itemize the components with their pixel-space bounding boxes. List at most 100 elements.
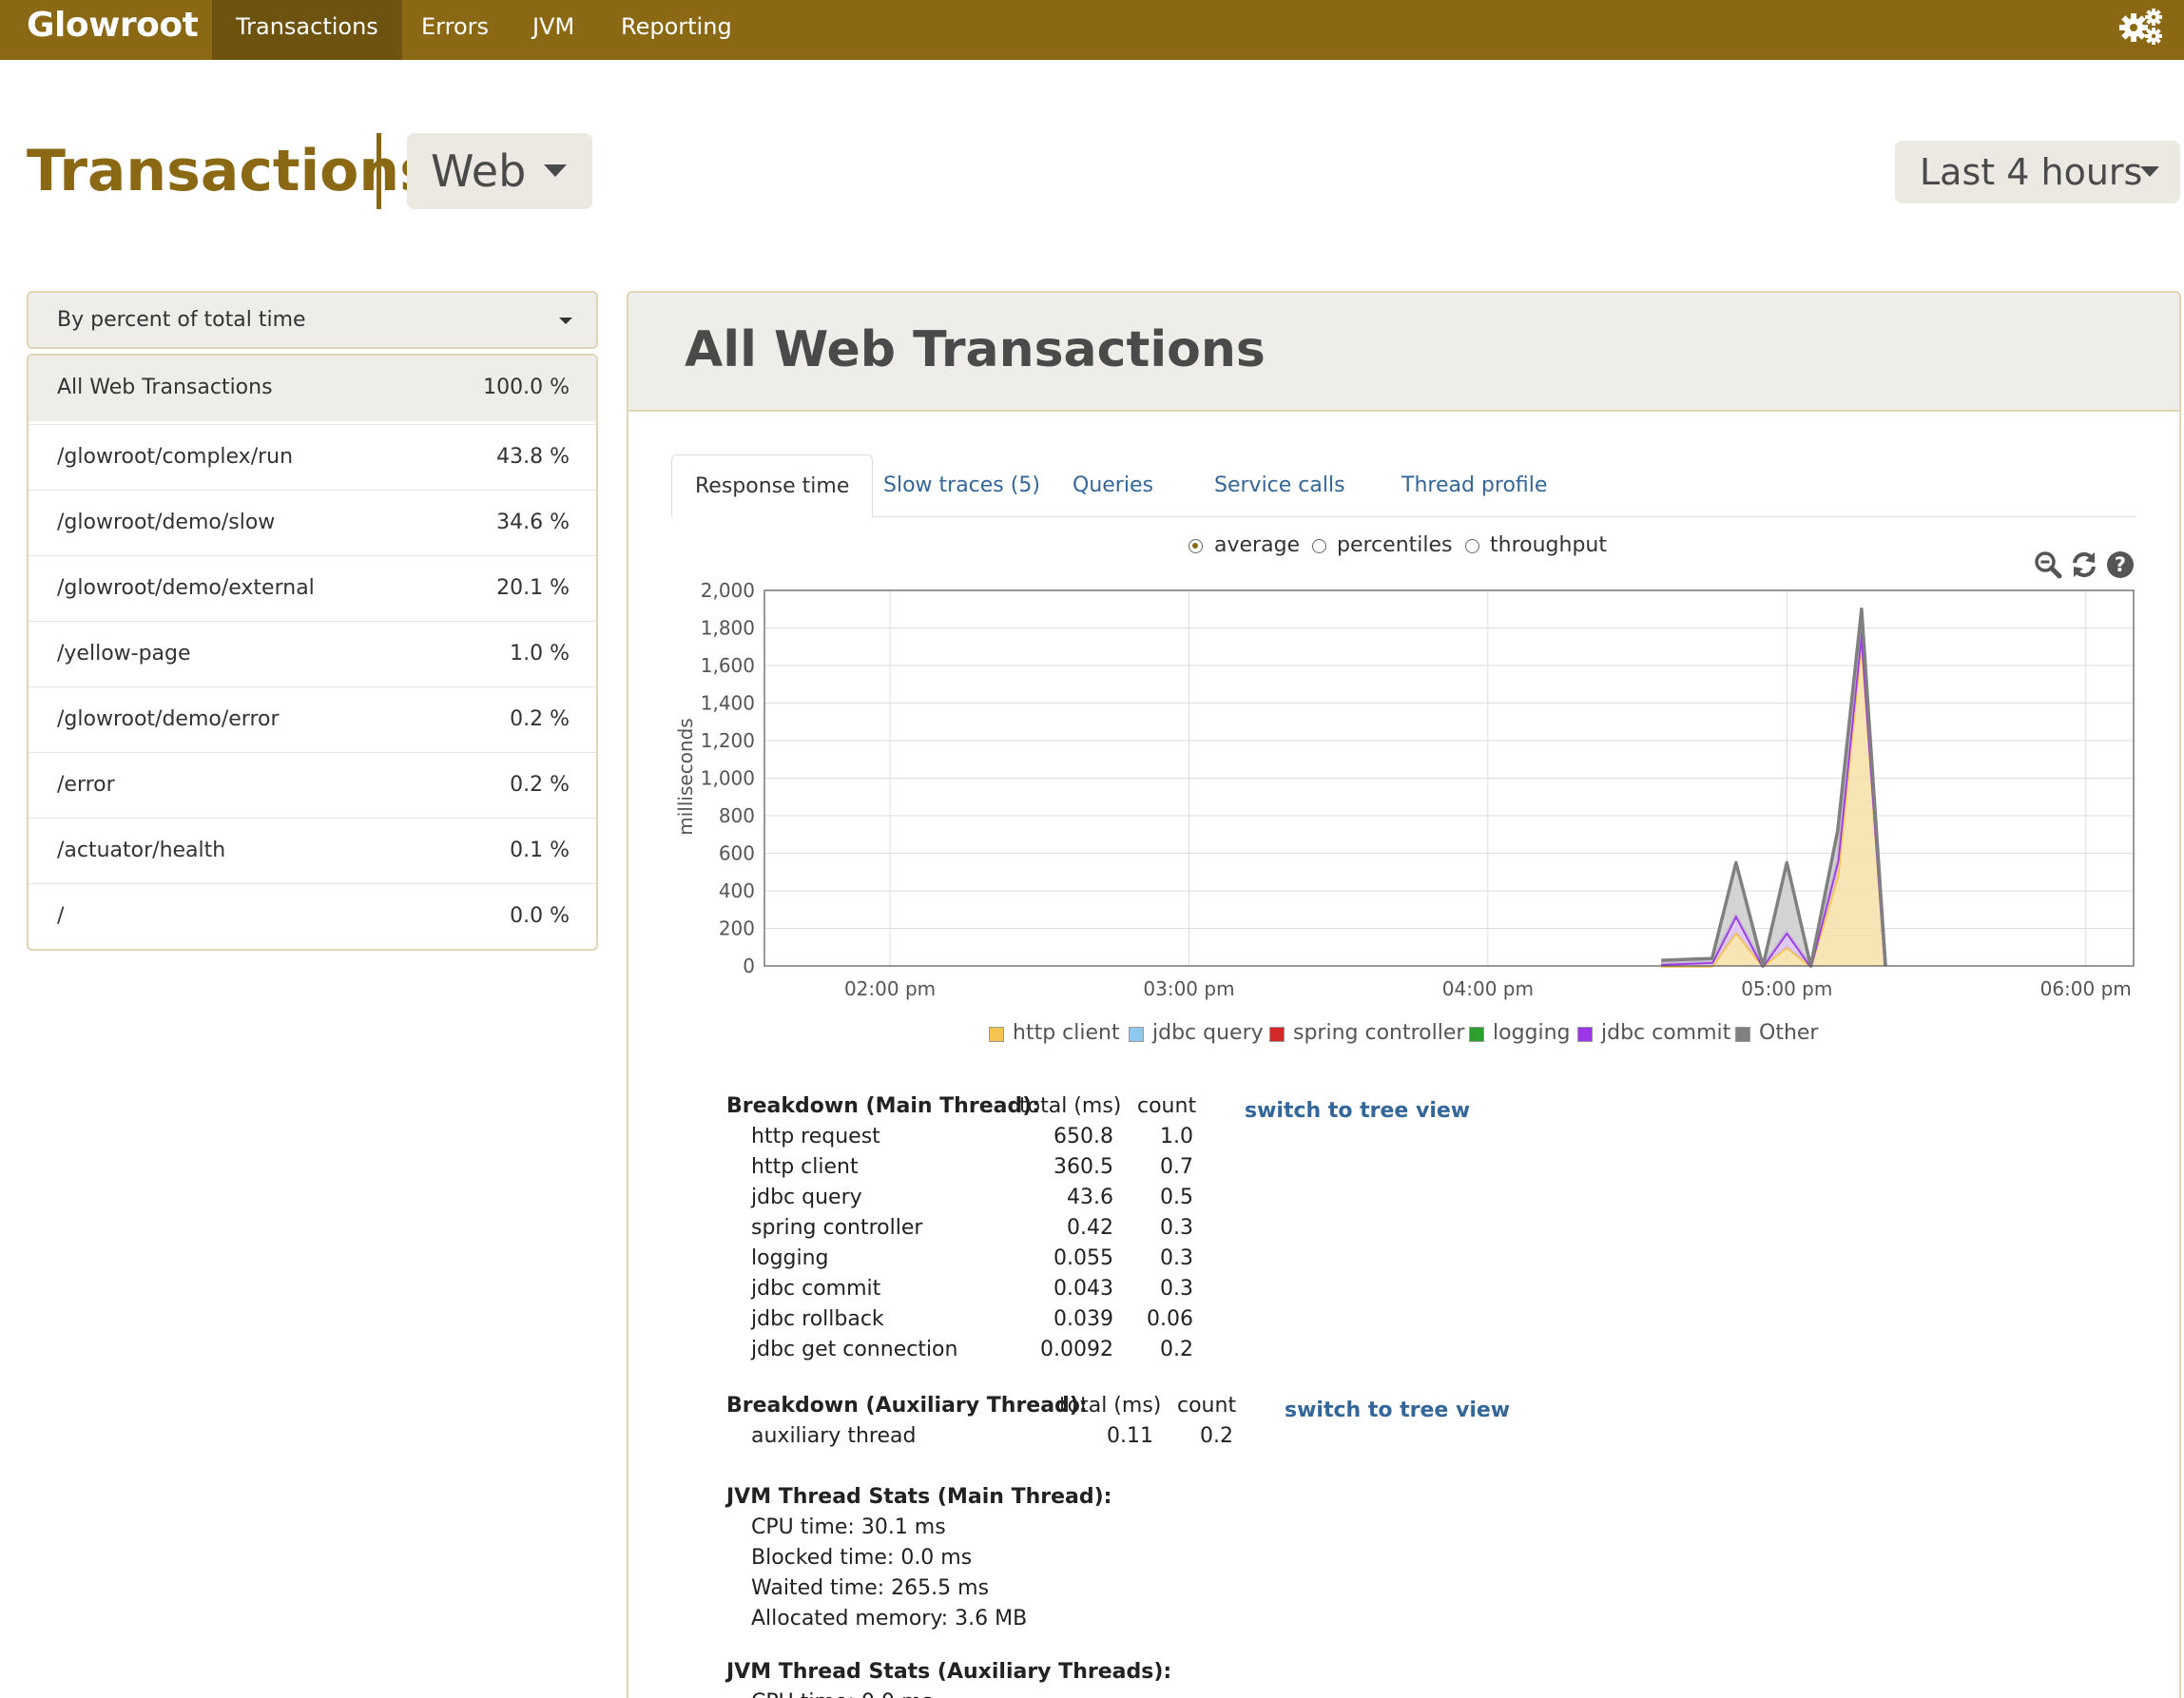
transaction-name: / [57, 904, 65, 928]
title-divider [377, 133, 381, 209]
switch-to-tree-view-link[interactable]: switch to tree view [1285, 1399, 1510, 1422]
jvm-stat-line: CPU time: 30.1 ms [751, 1515, 946, 1539]
nav-reporting[interactable]: Reporting [597, 0, 756, 60]
transaction-type-dropdown[interactable]: Web [407, 133, 592, 209]
breakdown-row-name: http client [751, 1155, 859, 1179]
chevron-down-icon [2140, 166, 2159, 177]
y-tick-label: 1,200 [701, 729, 755, 752]
legend-swatch [989, 1027, 1004, 1042]
transaction-percent: 43.8 % [496, 445, 570, 469]
transaction-percent: 0.0 % [510, 904, 570, 928]
breakdown-row-name: auxiliary thread [751, 1424, 917, 1448]
transaction-item[interactable]: /glowroot/complex/run 43.8 % [29, 424, 596, 490]
radio-throughput[interactable] [1465, 539, 1479, 553]
nav-transactions[interactable]: Transactions [212, 0, 402, 60]
x-tick-label: 04:00 pm [1442, 977, 1534, 1000]
legend-label: jdbc commit [1601, 1021, 1731, 1045]
nav-errors[interactable]: Errors [397, 0, 512, 60]
transaction-item[interactable]: /glowroot/demo/error 0.2 % [29, 686, 596, 752]
breakdown-row-count: 0.2 [1200, 1424, 1233, 1448]
transaction-item[interactable]: /error 0.2 % [29, 752, 596, 818]
y-tick-label: 400 [719, 879, 755, 902]
y-tick-label: 200 [719, 917, 755, 940]
tab-service-calls[interactable]: Service calls [1191, 454, 1368, 517]
transaction-percent: 0.2 % [510, 707, 570, 731]
brand-logo[interactable]: Glowroot [27, 2, 199, 49]
transaction-name: /glowroot/demo/slow [57, 511, 276, 534]
transaction-item[interactable]: /yellow-page 1.0 % [29, 621, 596, 686]
radio-average[interactable] [1189, 539, 1203, 553]
breakdown-aux-title: Breakdown (Auxiliary Thread): [726, 1394, 1088, 1418]
chevron-down-icon [559, 318, 572, 324]
y-tick-label: 800 [719, 804, 755, 827]
nav-jvm[interactable]: JVM [509, 0, 598, 60]
transaction-name: /error [57, 773, 115, 797]
panel-header: All Web Transactions [628, 293, 2179, 412]
jvm-stat-line: Waited time: 265.5 ms [751, 1576, 990, 1600]
tab-thread-profile[interactable]: Thread profile [1379, 454, 1570, 517]
breakdown-row-total: 360.5 [1053, 1155, 1113, 1179]
transaction-item[interactable]: /glowroot/demo/slow 34.6 % [29, 490, 596, 555]
y-tick-label: 1,800 [701, 617, 755, 640]
transaction-item[interactable]: /actuator/health 0.1 % [29, 818, 596, 883]
breakdown-row-total: 0.11 [1107, 1424, 1153, 1448]
chevron-down-icon [544, 164, 567, 177]
x-tick-label: 05:00 pm [1741, 977, 1832, 1000]
breakdown-row-total: 0.043 [1053, 1277, 1113, 1301]
time-range-dropdown[interactable]: Last 4 hours [1895, 141, 2180, 203]
breakdown-row-name: jdbc get connection [751, 1338, 958, 1361]
legend-swatch [1735, 1027, 1750, 1042]
transaction-item[interactable]: /glowroot/demo/external 20.1 % [29, 555, 596, 621]
breakdown-row-count: 0.5 [1160, 1186, 1193, 1209]
legend-swatch [1269, 1027, 1285, 1042]
column-header-count: count [1137, 1094, 1197, 1118]
y-tick-label: 1,000 [701, 767, 755, 790]
tab-response-time[interactable]: Response time [671, 454, 874, 518]
transaction-percent: 20.1 % [496, 576, 570, 600]
breakdown-row-name: jdbc rollback [751, 1307, 884, 1331]
sort-order-label: By percent of total time [57, 308, 306, 332]
transaction-type-label: Web [431, 145, 527, 197]
transaction-percent: 0.1 % [510, 839, 570, 862]
y-tick-label: 600 [719, 842, 755, 865]
transaction-percent: 34.6 % [496, 511, 570, 534]
transaction-item[interactable]: / 0.0 % [29, 883, 596, 949]
transaction-item-selected[interactable]: All Web Transactions 100.0 % [29, 356, 596, 421]
y-tick-label: 2,000 [701, 579, 755, 602]
breakdown-row-name: jdbc commit [751, 1277, 881, 1301]
breakdown-row-count: 0.7 [1160, 1155, 1193, 1179]
breakdown-row-name: http request [751, 1125, 880, 1148]
jvm-stat-line: Blocked time: 0.0 ms [751, 1546, 973, 1570]
transaction-name: /actuator/health [57, 839, 226, 862]
transaction-name: /glowroot/demo/external [57, 576, 315, 600]
view-option-label: percentiles [1337, 533, 1453, 557]
transaction-percent: 100.0 % [483, 376, 570, 399]
view-option-label: throughput [1490, 533, 1607, 557]
panel-title: All Web Transactions [685, 321, 1266, 378]
chart-grid [764, 589, 2134, 967]
x-tick-label: 02:00 pm [844, 977, 936, 1000]
breakdown-main-title: Breakdown (Main Thread): [726, 1094, 1041, 1118]
breakdown-row-total: 650.8 [1053, 1125, 1113, 1148]
radio-percentiles[interactable] [1312, 539, 1326, 553]
x-tick-label: 03:00 pm [1143, 977, 1234, 1000]
tab-slow-traces[interactable]: Slow traces (5) [860, 454, 1063, 517]
breakdown-row-count: 0.2 [1160, 1338, 1193, 1361]
gears-icon[interactable] [2117, 6, 2165, 46]
tab-queries[interactable]: Queries [1050, 454, 1176, 517]
legend-swatch [1577, 1027, 1593, 1042]
switch-to-tree-view-link[interactable]: switch to tree view [1245, 1099, 1470, 1123]
column-header-total: total (ms) [1019, 1094, 1122, 1118]
legend-swatch [1469, 1027, 1484, 1042]
breakdown-row-name: jdbc query [751, 1186, 862, 1209]
legend-label: logging [1493, 1021, 1571, 1045]
response-time-chart: 0 200 400 600 800 1,000 1,200 1,400 1,600 1,800 2,… [674, 579, 2135, 1000]
breakdown-row-name: spring controller [751, 1216, 923, 1240]
sort-order-select[interactable]: By percent of total time [27, 291, 598, 349]
breakdown-row-total: 0.0092 [1040, 1338, 1113, 1361]
page: { "nav": { "brand": "Glowroot", "items":… [0, 0, 2184, 1698]
y-tick-label: 1,600 [701, 654, 755, 677]
top-navbar: Glowroot Transactions Errors JVM Reporti… [0, 0, 2184, 60]
jvm-aux-title: JVM Thread Stats (Auxiliary Threads): [726, 1660, 1172, 1684]
y-axis-label: milliseconds [674, 718, 697, 835]
